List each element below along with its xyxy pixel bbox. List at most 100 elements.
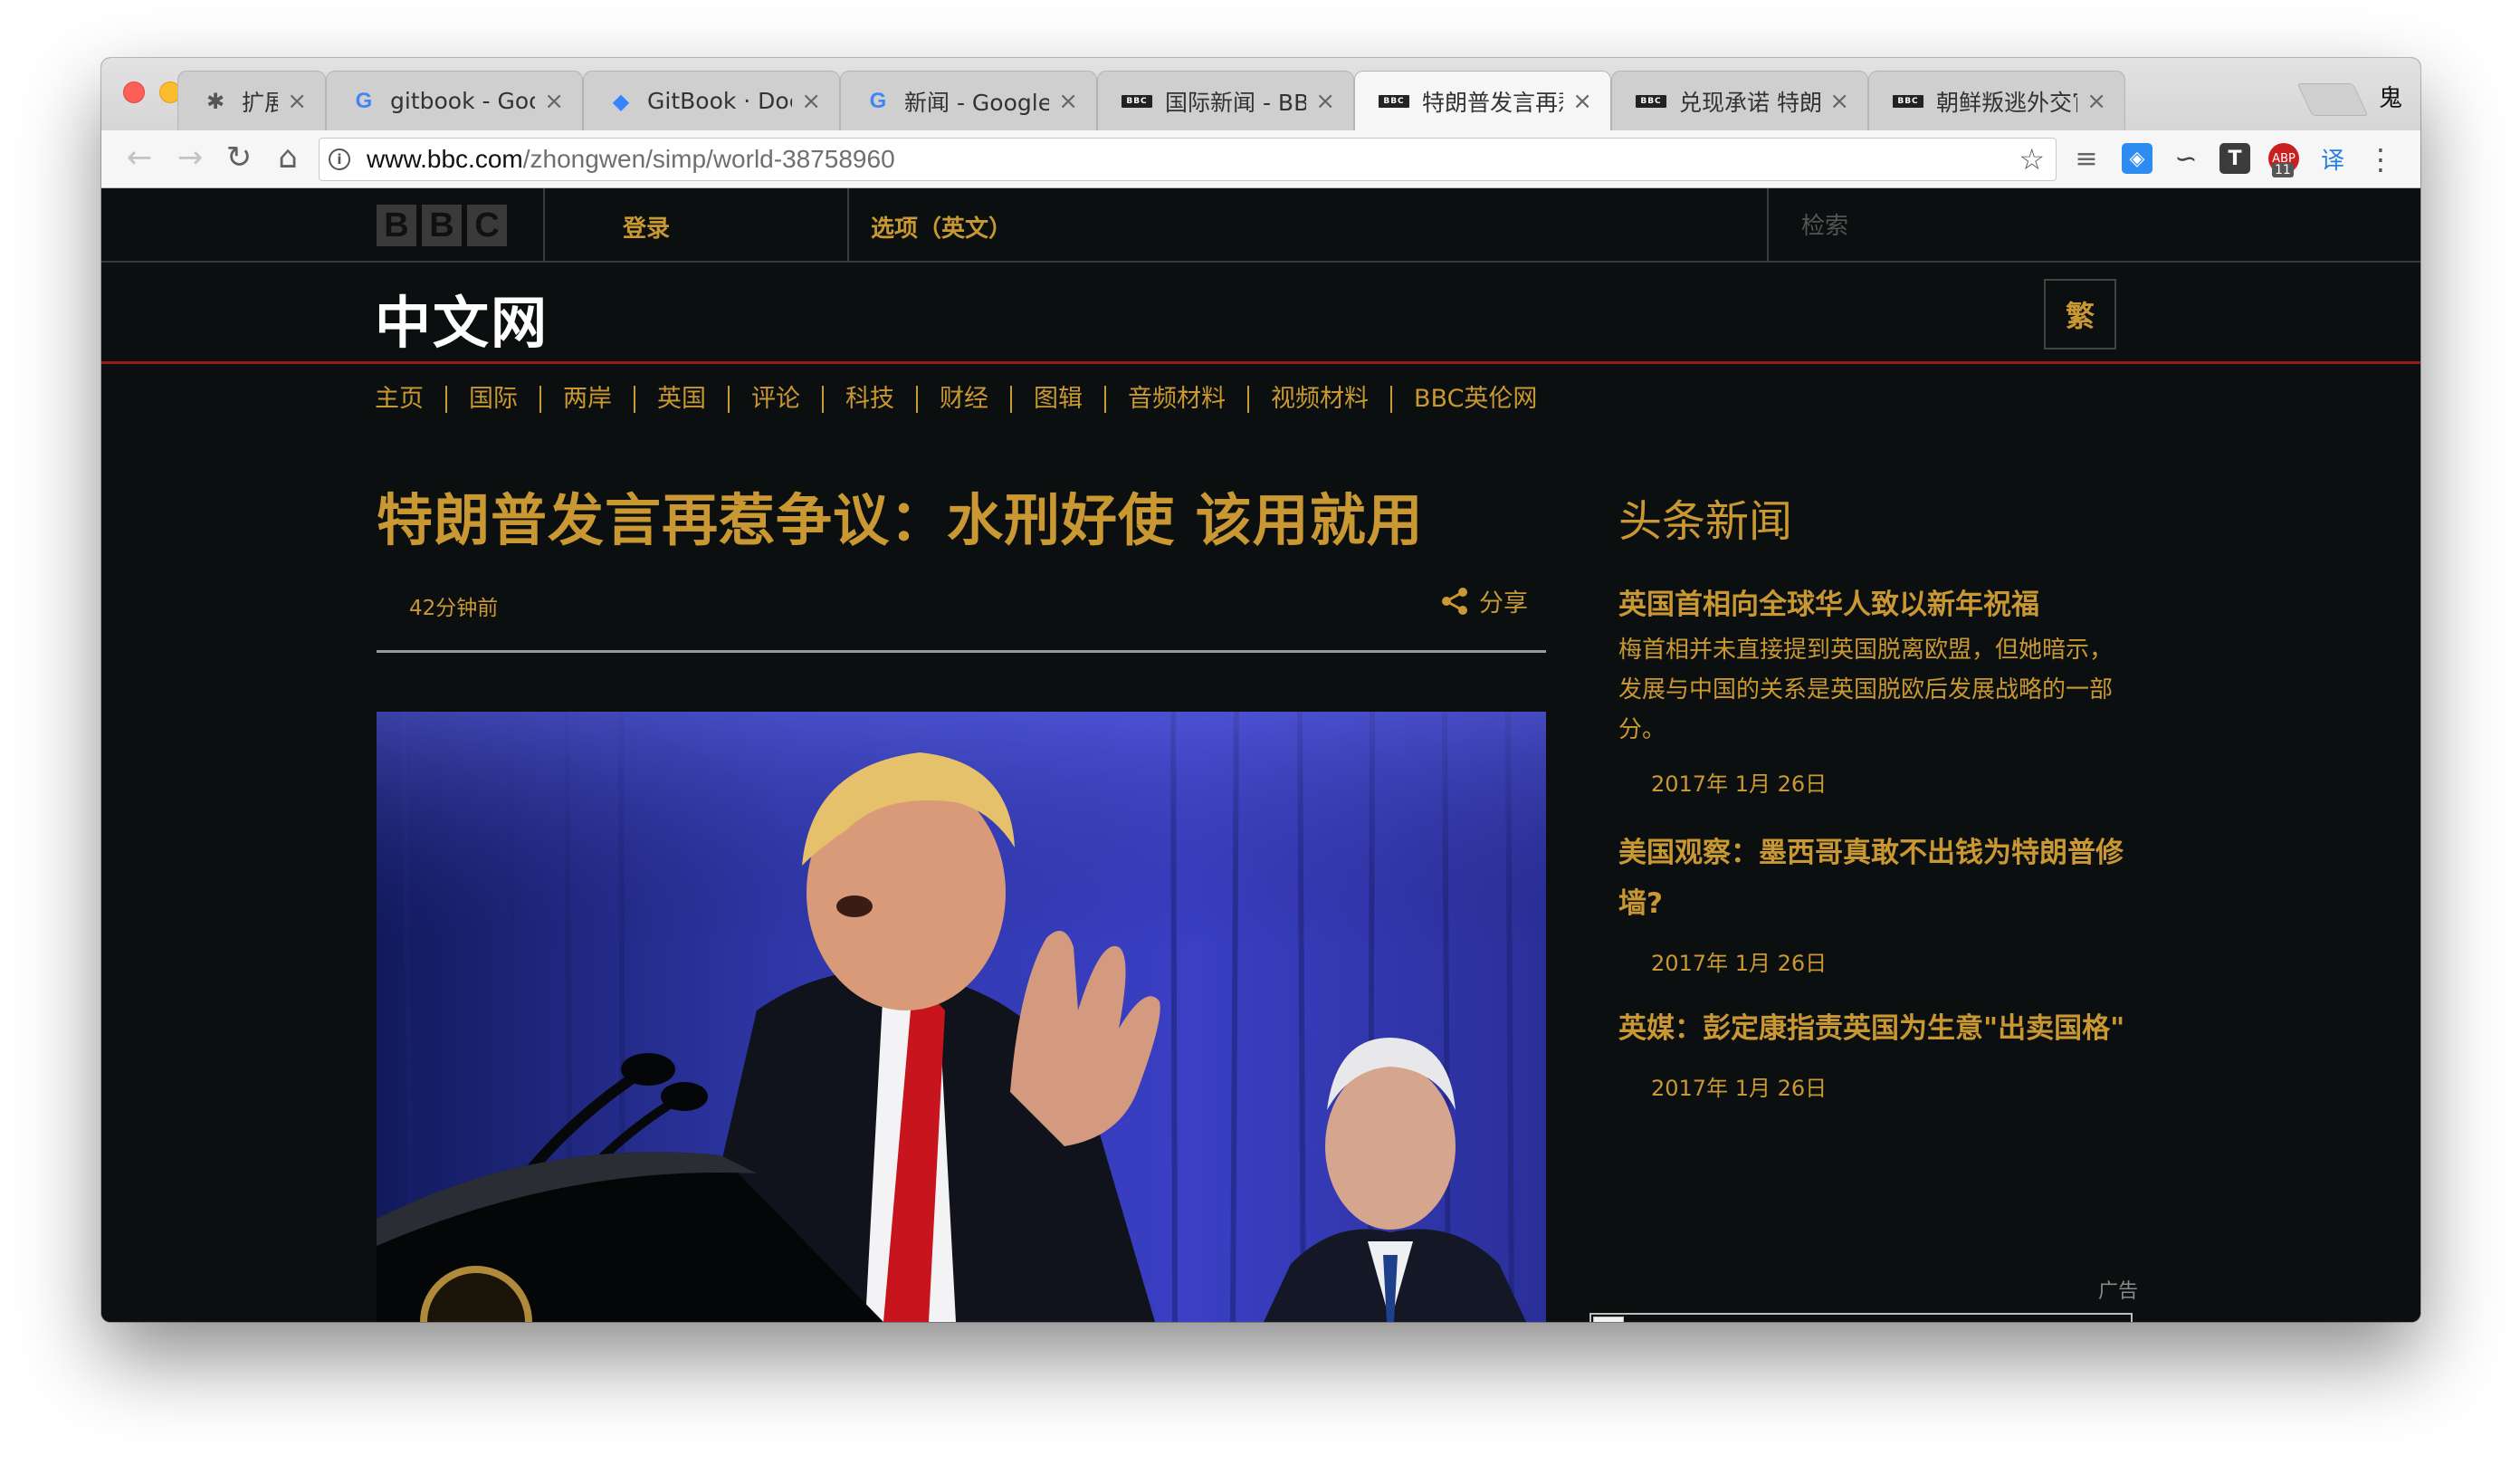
tab-gitbook-docs[interactable]: ◆ GitBook · Docu × — [583, 71, 840, 130]
bbc-global-bar: B B C 登录 选项（英文） — [101, 188, 2420, 263]
home-button[interactable]: ⌂ — [268, 138, 308, 177]
bbc-logo-letter: B — [377, 205, 416, 246]
tab-gitbook-google[interactable]: G gitbook - Goog × — [326, 71, 583, 130]
nav-item-tech[interactable]: 科技 — [822, 386, 916, 413]
nav-item-comment[interactable]: 评论 — [728, 386, 822, 413]
tab-bbc-promise[interactable]: BBC 兑现承诺 特朗普 × — [1611, 71, 1868, 130]
translate-icon[interactable]: 译 — [2317, 143, 2348, 175]
list-item: 美国观察：墨西哥真敢不出钱为特朗普修墙? 2017年 1月 26日 — [1618, 828, 2125, 977]
story-date: 2017年 1月 26日 — [1651, 1076, 1828, 1101]
forward-button[interactable]: → — [170, 138, 210, 177]
list-item: 英媒：彭定康指责英国为生意"出卖国格" 2017年 1月 26日 — [1618, 1003, 2125, 1102]
tab-title: gitbook - Goog — [390, 88, 535, 114]
close-icon[interactable]: × — [1315, 88, 1335, 115]
signin-link[interactable]: 登录 — [623, 210, 670, 244]
bbc-icon: BBC — [1379, 94, 1409, 108]
bbc-logo-letter: C — [467, 205, 507, 246]
nav-item-uk[interactable]: 英国 — [634, 386, 728, 413]
article-timestamp: 42分钟前 — [409, 597, 499, 620]
browser-window: ✱ 扩展程序 × G gitbook - Goog × ◆ GitBook · … — [101, 58, 2420, 1322]
close-icon[interactable]: × — [1572, 88, 1592, 115]
tab-bbc-world[interactable]: BBC 国际新闻 - BBC × — [1097, 71, 1354, 130]
info-icon[interactable]: i — [329, 148, 350, 170]
tab-strip: ✱ 扩展程序 × G gitbook - Goog × ◆ GitBook · … — [101, 58, 2420, 130]
divider — [847, 188, 849, 263]
nav-item-cross-strait[interactable]: 两岸 — [539, 386, 634, 413]
tab-extensions[interactable]: ✱ 扩展程序 × — [177, 71, 326, 130]
url-text: www.bbc.com/zhongwen/simp/world-38758960 — [367, 139, 895, 180]
menu-kebab-icon[interactable]: ⋮ — [2366, 139, 2395, 179]
reader-list-icon[interactable]: ≡ — [2071, 143, 2102, 175]
site-title[interactable]: 中文网 — [375, 277, 549, 359]
story-title-link[interactable]: 美国观察：墨西哥真敢不出钱为特朗普修墙? — [1618, 828, 2125, 929]
tab-title: 兑现承诺 特朗普 — [1679, 89, 1821, 116]
list-item: 英国首相向全球华人致以新年祝福 梅首相并未直接提到英国脱离欧盟，但她暗示，发展与… — [1618, 579, 2125, 798]
close-icon[interactable]: × — [544, 88, 564, 115]
bbc-icon: BBC — [1893, 94, 1923, 108]
google-icon: G — [355, 88, 373, 113]
close-icon[interactable]: × — [801, 88, 821, 115]
story-title-link[interactable]: 英国首相向全球华人致以新年祝福 — [1618, 579, 2125, 630]
nav-item-video[interactable]: 视频材料 — [1247, 386, 1390, 413]
bbc-icon: BBC — [1636, 94, 1666, 108]
browser-toolbar: ← → ↻ ⌂ i www.bbc.com/zhongwen/simp/worl… — [101, 130, 2420, 188]
adblock-count-badge: 11 — [2272, 163, 2294, 177]
share-button[interactable]: 分享 — [1439, 583, 1528, 618]
close-icon[interactable]: × — [1829, 88, 1849, 115]
puzzle-icon: ✱ — [205, 88, 225, 114]
bbc-logo[interactable]: B B C — [377, 205, 507, 246]
close-window-button[interactable] — [123, 81, 145, 103]
address-bar[interactable]: i www.bbc.com/zhongwen/simp/world-387589… — [319, 138, 2057, 181]
tab-google-news[interactable]: G 新闻 - Google 搜 × — [840, 71, 1097, 130]
tab-title: 特朗普发言再惹 — [1422, 89, 1563, 116]
url-path: /zhongwen/simp/world-38758960 — [522, 145, 895, 173]
nav-item-gallery[interactable]: 图辑 — [1010, 386, 1104, 413]
tab-bbc-article-active[interactable]: BBC 特朗普发言再惹 × — [1354, 71, 1611, 130]
site-header: 中文网 繁 — [101, 263, 2420, 364]
google-icon: G — [869, 88, 887, 113]
tab-title: 国际新闻 - BBC — [1165, 89, 1306, 116]
options-link[interactable]: 选项（英文） — [871, 210, 1012, 244]
nav-item-audio[interactable]: 音频材料 — [1104, 386, 1247, 413]
bbc-logo-letter: B — [422, 205, 462, 246]
story-date: 2017年 1月 26日 — [1651, 951, 1828, 976]
broken-image-icon — [1593, 1317, 1624, 1322]
extension-swirl-icon[interactable]: ∽ — [2171, 143, 2201, 175]
page-content: B B C 登录 选项（英文） 中文网 繁 主页 国际 两岸 英国 评论 科技 … — [101, 188, 2420, 1322]
nav-item-international[interactable]: 国际 — [445, 386, 539, 413]
reload-button[interactable]: ↻ — [219, 138, 259, 177]
sidebar-title: 头条新闻 — [1618, 496, 1793, 547]
story-title-link[interactable]: 英媒：彭定康指责英国为生意"出卖国格" — [1618, 1003, 2125, 1054]
nav-item-bbc-uk[interactable]: BBC英伦网 — [1390, 386, 1559, 413]
bookmark-star-icon[interactable]: ☆ — [2019, 139, 2045, 180]
traditional-chinese-toggle[interactable]: 繁 — [2044, 279, 2116, 349]
url-host: www.bbc.com — [367, 145, 523, 173]
search-input[interactable] — [1769, 192, 2420, 259]
share-icon — [1442, 587, 1467, 615]
close-icon[interactable]: × — [287, 88, 307, 115]
tab-title: 朝鲜叛逃外交官 — [1936, 89, 2077, 116]
extension-blue-icon[interactable]: ◈ — [2122, 143, 2152, 174]
close-icon[interactable]: × — [1058, 88, 1078, 115]
speaker-at-podium-photo — [377, 712, 1546, 1322]
ad-label: 广告 — [2098, 1280, 2139, 1303]
article-divider — [377, 650, 1546, 653]
story-summary: 梅首相并未直接提到英国脱离欧盟，但她暗示，发展与中国的关系是英国脱欧后发展战略的… — [1618, 637, 2114, 743]
tab-bbc-korea[interactable]: BBC 朝鲜叛逃外交官 × — [1868, 71, 2125, 130]
advertisement-slot[interactable] — [1589, 1313, 2133, 1322]
nav-item-finance[interactable]: 财经 — [916, 386, 1010, 413]
tab-title: 扩展程序 — [242, 89, 278, 116]
tab-title: GitBook · Docu — [647, 88, 792, 114]
main-nav: 主页 国际 两岸 英国 评论 科技 财经 图辑 音频材料 视频材料 BBC英伦网 — [375, 386, 1559, 413]
back-button[interactable]: ← — [119, 138, 159, 177]
article-headline: 特朗普发言再惹争议：水刑好使 该用就用 — [377, 487, 1424, 553]
extension-t-icon[interactable]: T — [2219, 143, 2250, 174]
tab-title: 新闻 - Google 搜 — [904, 89, 1050, 116]
close-icon[interactable]: × — [2086, 88, 2106, 115]
profile-button[interactable]: 鬼 — [2379, 80, 2402, 113]
new-tab-button[interactable] — [2296, 83, 2369, 116]
share-label: 分享 — [1479, 589, 1528, 618]
article-hero-image — [377, 712, 1546, 1322]
nav-item-home[interactable]: 主页 — [375, 386, 445, 413]
story-date: 2017年 1月 26日 — [1651, 771, 1828, 797]
